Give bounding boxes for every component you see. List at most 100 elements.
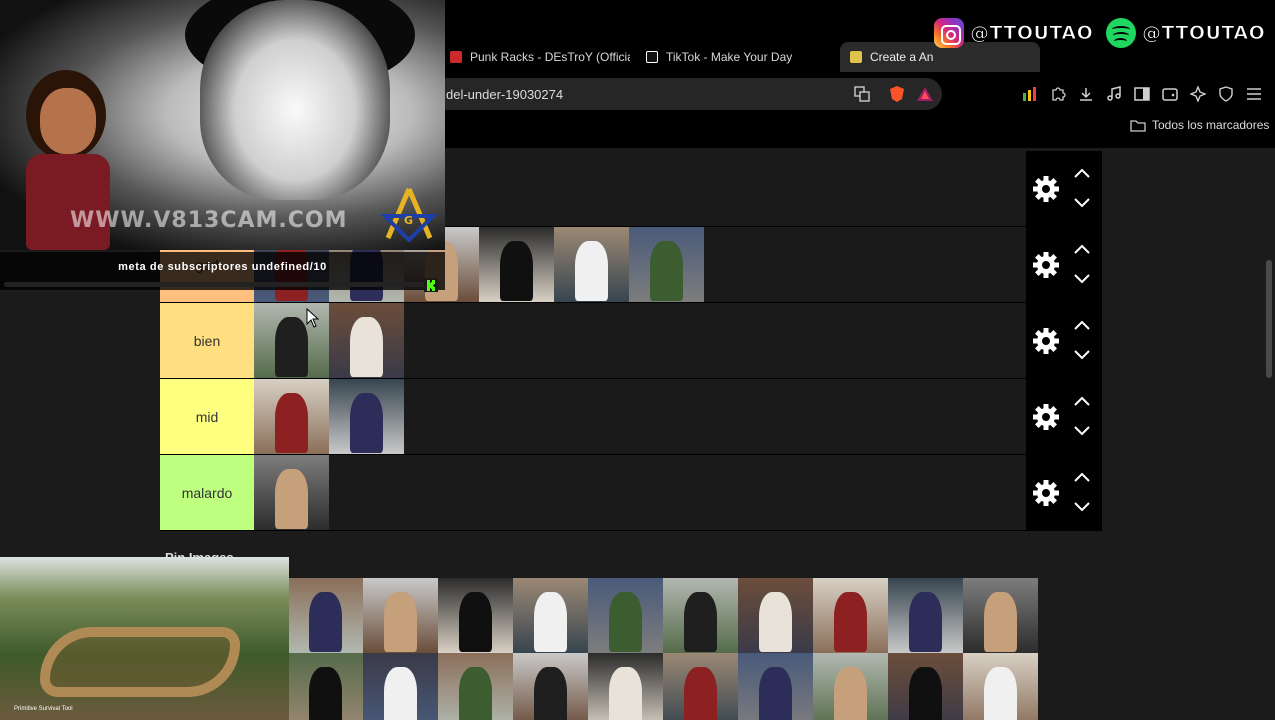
tier-image[interactable] xyxy=(963,653,1038,720)
tab-label: Create a An xyxy=(870,50,934,64)
tier-image[interactable] xyxy=(738,578,813,653)
leo-icon[interactable] xyxy=(1188,84,1207,103)
unranked-pool xyxy=(288,578,1060,720)
subscriber-goal-bar xyxy=(4,282,441,287)
tier-image[interactable] xyxy=(963,578,1038,653)
tier-label[interactable]: bien xyxy=(160,303,254,378)
tab-punk-racks[interactable]: Punk Racks - DEsTroY (Official M xyxy=(440,42,630,72)
chevron-up-icon[interactable] xyxy=(1074,472,1090,482)
chevron-down-icon[interactable] xyxy=(1074,274,1090,284)
brave-shield-icon[interactable] xyxy=(888,85,906,103)
download-icon[interactable] xyxy=(1076,84,1095,103)
svg-text:G: G xyxy=(404,214,413,227)
chevron-up-icon[interactable] xyxy=(1074,168,1090,178)
person-figure xyxy=(575,240,608,301)
person-figure xyxy=(909,666,942,720)
chevron-down-icon[interactable] xyxy=(1074,198,1090,208)
tier-image[interactable] xyxy=(254,379,329,454)
tiktok-favicon-icon xyxy=(646,51,658,63)
person-figure xyxy=(534,591,567,652)
bookmarks-all[interactable]: Todos los marcadores xyxy=(1130,118,1269,132)
tab-tiktok[interactable]: TikTok - Make Your Day xyxy=(636,42,826,72)
tier-label[interactable]: mid xyxy=(160,379,254,454)
tier-controls xyxy=(1026,303,1102,378)
tier-image[interactable] xyxy=(329,379,404,454)
tier-image[interactable] xyxy=(513,653,588,720)
tier-image[interactable] xyxy=(888,578,963,653)
tier-image[interactable] xyxy=(663,653,738,720)
streamer-face xyxy=(200,0,390,200)
tier-row: malardo xyxy=(160,455,1102,531)
tier-image[interactable] xyxy=(588,578,663,653)
chevron-down-icon[interactable] xyxy=(1074,350,1090,360)
toolbar-icons xyxy=(1020,84,1263,103)
gear-icon[interactable] xyxy=(1032,403,1060,431)
tier-image[interactable] xyxy=(813,578,888,653)
gear-icon[interactable] xyxy=(1032,175,1060,203)
gear-icon[interactable] xyxy=(1032,479,1060,507)
person-figure xyxy=(309,666,342,720)
chevron-down-icon[interactable] xyxy=(1074,502,1090,512)
person-figure xyxy=(650,240,683,301)
spotify-icon xyxy=(1106,18,1136,48)
tier-image[interactable] xyxy=(629,227,704,302)
tier-image[interactable] xyxy=(513,578,588,653)
tier-image[interactable] xyxy=(288,578,363,653)
tier-image[interactable] xyxy=(438,578,513,653)
tier-row: bien xyxy=(160,303,1102,379)
tier-image[interactable] xyxy=(813,653,888,720)
translate-icon[interactable] xyxy=(853,85,871,103)
brave-rewards-icon[interactable] xyxy=(916,85,934,103)
tier-row: mid xyxy=(160,379,1102,455)
tier-image[interactable] xyxy=(254,455,329,530)
tier-image[interactable] xyxy=(888,653,963,720)
chevron-up-icon[interactable] xyxy=(1074,396,1090,406)
masonic-emblem-icon: G xyxy=(380,188,438,242)
person-figure xyxy=(984,666,1017,720)
mouse-cursor-icon xyxy=(306,308,320,328)
person-figure xyxy=(834,666,867,720)
extension-meter-icon[interactable] xyxy=(1020,84,1039,103)
gear-icon[interactable] xyxy=(1032,327,1060,355)
tier-image[interactable] xyxy=(588,653,663,720)
vpn-icon[interactable] xyxy=(1216,84,1235,103)
tier-controls xyxy=(1026,227,1102,302)
page-scrollbar[interactable] xyxy=(1263,148,1275,720)
gear-icon[interactable] xyxy=(1032,251,1060,279)
instagram-handle: @TTOUTAO xyxy=(934,16,1093,50)
person-figure xyxy=(275,316,308,377)
instagram-icon xyxy=(934,18,964,48)
address-bar[interactable]: del-under-19030274 xyxy=(440,78,942,110)
person-figure xyxy=(909,591,942,652)
tier-controls xyxy=(1026,379,1102,454)
tier-image[interactable] xyxy=(288,653,363,720)
webcam-watermark: WWW.V813CAM.COM xyxy=(70,208,348,233)
tier-controls xyxy=(1026,455,1102,530)
youtube-favicon-icon xyxy=(450,51,462,63)
tier-image[interactable] xyxy=(479,227,554,302)
tier-label[interactable]: malardo xyxy=(160,455,254,530)
music-icon[interactable] xyxy=(1104,84,1123,103)
chevron-up-icon[interactable] xyxy=(1074,244,1090,254)
subscriber-goal-text: meta de subscriptores undefined/10 xyxy=(118,261,327,273)
sidebar-icon[interactable] xyxy=(1132,84,1151,103)
puzzle-icon[interactable] xyxy=(1048,84,1067,103)
chevron-up-icon[interactable] xyxy=(1074,320,1090,330)
tier-items xyxy=(254,455,329,530)
kick-icon xyxy=(424,278,438,292)
tier-image[interactable] xyxy=(438,653,513,720)
scrollbar-thumb[interactable] xyxy=(1266,260,1272,378)
subscriber-goal: meta de subscriptores undefined/10 xyxy=(0,252,445,290)
tier-image[interactable] xyxy=(663,578,738,653)
tier-image[interactable] xyxy=(554,227,629,302)
person-figure xyxy=(759,666,792,720)
wallet-icon[interactable] xyxy=(1160,84,1179,103)
tier-image[interactable] xyxy=(329,303,404,378)
tier-image[interactable] xyxy=(738,653,813,720)
browser-toolbar: del-under-19030274 xyxy=(440,78,1275,112)
person-figure xyxy=(609,591,642,652)
chevron-down-icon[interactable] xyxy=(1074,426,1090,436)
tier-image[interactable] xyxy=(363,653,438,720)
tier-image[interactable] xyxy=(363,578,438,653)
menu-icon[interactable] xyxy=(1244,84,1263,103)
